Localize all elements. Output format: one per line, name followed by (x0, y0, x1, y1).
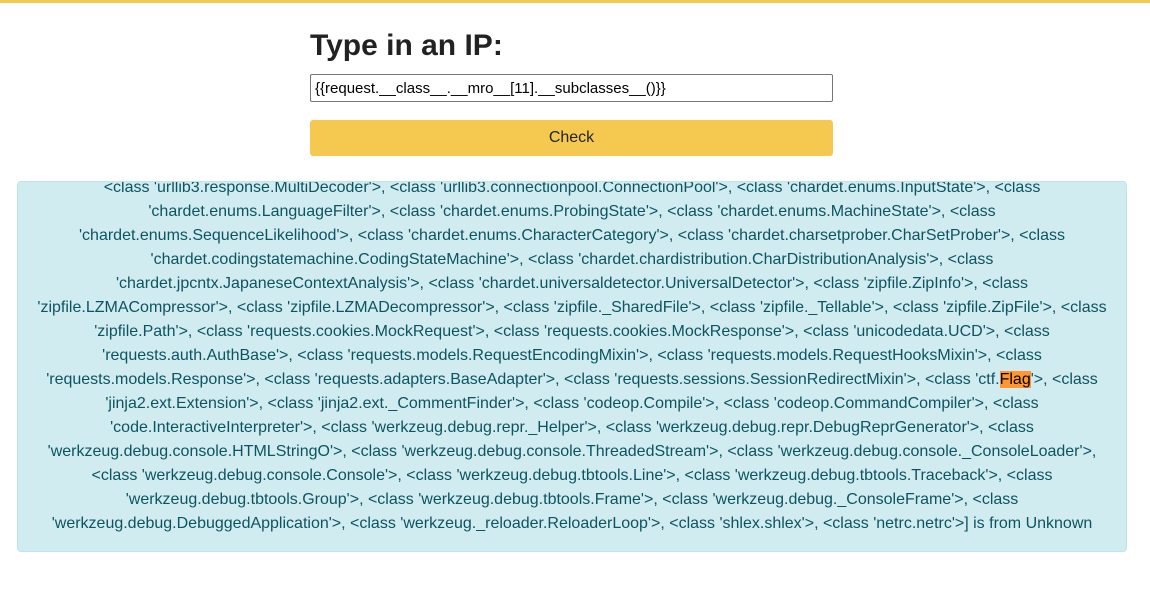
check-button[interactable]: Check (310, 120, 833, 156)
top-accent-bar (0, 0, 1150, 3)
ip-input[interactable] (310, 74, 833, 102)
result-text-before: <class 'urllib3.response.MultiDecoder'>,… (37, 181, 1107, 388)
page-title: Type in an IP: (310, 29, 503, 62)
result-text: <class 'urllib3.response.MultiDecoder'>,… (36, 181, 1108, 536)
result-alert: <class 'urllib3.response.MultiDecoder'>,… (17, 181, 1127, 552)
ip-form: Type in an IP: Check (310, 28, 833, 156)
result-text-after: '>, <class 'jinja2.ext.Extension'>, <cla… (47, 371, 1098, 532)
search-highlight: Flag (999, 371, 1031, 388)
